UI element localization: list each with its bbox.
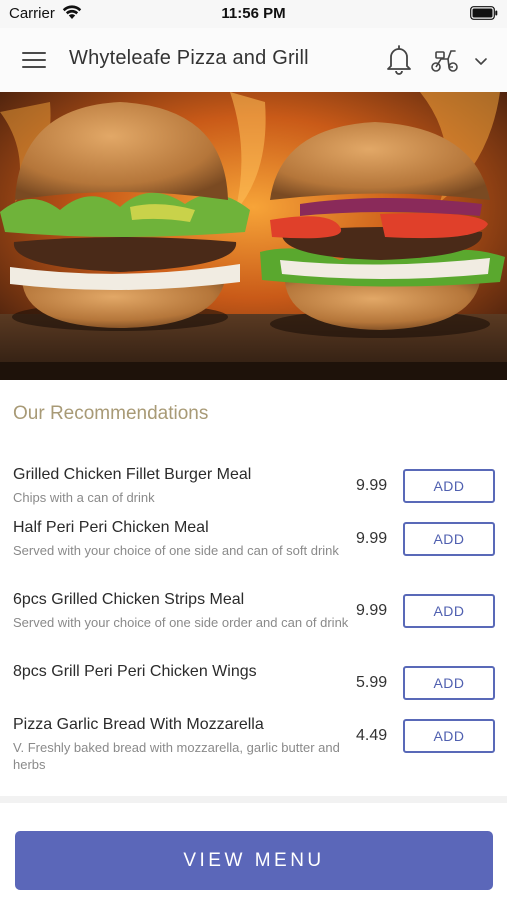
add-button[interactable]: ADD [403,594,495,628]
item-name: Grilled Chicken Fillet Burger Meal [13,466,252,483]
item-name: Half Peri Peri Chicken Meal [13,519,209,536]
item-name: 6pcs Grilled Chicken Strips Meal [13,591,245,608]
status-bar: Carrier 11:56 PM [0,0,507,28]
item-name: Pizza Garlic Bread With Mozzarella [13,716,264,733]
menu-button[interactable] [20,46,50,74]
add-button[interactable]: ADD [403,719,495,753]
item-description: V. Freshly baked bread with mozzarella, … [13,740,340,772]
add-button[interactable]: ADD [403,469,495,503]
view-menu-button[interactable]: VIEW MENU [15,831,493,890]
store-title: Whyteleafe Pizza and Grill [69,47,309,69]
add-button[interactable]: ADD [403,666,495,700]
item-name: 8pcs Grill Peri Peri Chicken Wings [13,663,257,680]
chevron-down-icon [475,58,487,65]
burgers-photo [0,92,507,380]
item-price: 9.99 [356,602,388,619]
divider [0,796,507,803]
item-price: 9.99 [356,477,388,494]
item-description: Chips with a can of drink [13,490,155,505]
item-price: 9.99 [356,530,388,547]
bell-icon[interactable] [384,43,414,75]
item-description: Served with your choice of one side and … [13,543,339,558]
recommendations-heading: Our Recommendations [13,403,209,424]
menu-icon [22,52,46,54]
clock: 11:56 PM [221,5,286,22]
delivery-mode-selector[interactable] [430,45,492,75]
item-price: 4.49 [356,727,388,744]
add-button[interactable]: ADD [403,522,495,556]
item-price: 5.99 [356,674,388,691]
battery-icon [470,6,498,20]
app-header: Whyteleafe Pizza and Grill [0,28,507,92]
item-description: Served with your choice of one side orde… [13,615,349,630]
hero-image [0,92,507,380]
scooter-icon [431,50,458,72]
